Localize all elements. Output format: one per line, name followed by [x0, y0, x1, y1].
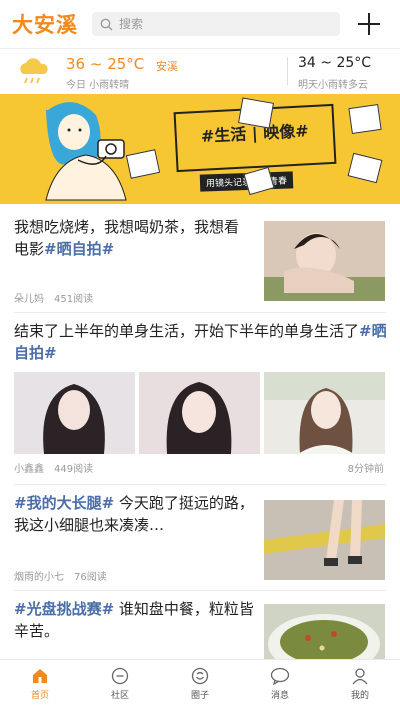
- message-icon: [270, 667, 290, 685]
- today-weather-desc: 今日 小雨转晴: [66, 80, 130, 91]
- feed-item-thumbnail[interactable]: [264, 604, 385, 660]
- girl-illustration: [45, 102, 127, 201]
- portrait-photo: [264, 372, 385, 454]
- community-icon: [111, 667, 129, 685]
- home-icon: [33, 669, 47, 683]
- nav-circle[interactable]: 圈子: [160, 660, 240, 710]
- feed-item[interactable]: #我的大长腿# 今天跑了挺远的路，我这小细腿也来凑凑… 烟雨的小七 76阅读: [0, 486, 400, 588]
- feed-separator: [14, 484, 386, 485]
- nav-community[interactable]: 社区: [80, 660, 160, 710]
- feed-item-thumbnail[interactable]: [264, 500, 385, 580]
- portrait-photo: [264, 221, 385, 301]
- feed-item[interactable]: 结束了上半年的单身生活，开始下半年的单身生活了#晒自拍# 小鑫鑫 449阅读 8…: [0, 314, 400, 480]
- app-header: 大安溪: [0, 0, 400, 48]
- portrait-photo: [14, 372, 135, 454]
- feed-separator: [14, 590, 386, 591]
- feed-separator: [14, 312, 386, 313]
- feed-item-title: #我的大长腿# 今天跑了挺远的路，我这小细腿也来凑凑…: [14, 492, 254, 536]
- circle-icon: [191, 667, 209, 685]
- feed-item-meta: 烟雨的小七 76阅读: [14, 568, 107, 583]
- weather-divider: [287, 57, 288, 85]
- feed-item-meta: 小鑫鑫 449阅读: [14, 460, 93, 475]
- tomorrow-weather-desc: 明天小雨转多云: [298, 80, 368, 91]
- banner-photo-frame: [347, 152, 383, 184]
- food-plate-photo: [264, 604, 385, 660]
- portrait-photo: [139, 372, 260, 454]
- hashtag[interactable]: #光盘挑战赛#: [14, 600, 114, 618]
- today-temperature: 36 ~ 25°C: [66, 55, 145, 73]
- rain-cloud-icon: [20, 58, 48, 84]
- feed-image[interactable]: [264, 372, 385, 454]
- read-count: 76阅读: [74, 572, 107, 583]
- nav-label: 社区: [110, 691, 129, 701]
- feed-item[interactable]: #光盘挑战赛# 谁知盘中餐，粒粒皆辛苦。: [0, 592, 400, 660]
- nav-label: 我的: [350, 691, 369, 701]
- feed-item-thumbnail[interactable]: [264, 221, 385, 301]
- add-post-button[interactable]: [358, 13, 380, 35]
- feed-image[interactable]: [14, 372, 135, 454]
- search-input[interactable]: [119, 17, 319, 31]
- legs-photo: [264, 500, 385, 580]
- author-name[interactable]: 烟雨的小七: [14, 572, 64, 583]
- profile-icon: [352, 668, 368, 685]
- hashtag[interactable]: #我的大长腿#: [14, 494, 114, 512]
- nav-home[interactable]: 首页: [0, 660, 80, 710]
- app-logo: 大安溪: [12, 12, 78, 37]
- weather-bar[interactable]: 36 ~ 25°C 安溪 今日 小雨转晴 34 ~ 25°C 明天小雨转多云: [0, 48, 400, 92]
- feed-item-title: 我想吃烧烤，我想喝奶茶，我想看电影#晒自拍#: [14, 216, 250, 260]
- feed-item[interactable]: 我想吃烧烤，我想喝奶茶，我想看电影#晒自拍# 朵儿妈 451阅读: [0, 210, 400, 310]
- read-count: 449阅读: [54, 464, 94, 475]
- feed-image[interactable]: [139, 372, 260, 454]
- hashtag[interactable]: #晒自拍#: [44, 240, 114, 258]
- author-name[interactable]: 小鑫鑫: [14, 464, 44, 475]
- weather-location: 安溪: [156, 60, 178, 73]
- nav-label: 首页: [30, 691, 49, 701]
- banner-photo-frame: [125, 149, 161, 179]
- feed-item-text: 结束了上半年的单身生活，开始下半年的单身生活了: [14, 322, 360, 340]
- nav-label: 消息: [270, 691, 289, 701]
- read-count: 451阅读: [54, 294, 94, 305]
- banner-photo-frame: [243, 166, 275, 196]
- feed-item-title: 结束了上半年的单身生活，开始下半年的单身生活了#晒自拍#: [14, 320, 388, 364]
- nav-profile[interactable]: 我的: [320, 660, 400, 710]
- search-bar[interactable]: [92, 12, 340, 36]
- promo-banner[interactable]: #生活 | 映像# 用镜头记录整个青春: [0, 94, 400, 204]
- post-time: 8分钟前: [347, 464, 384, 475]
- banner-photo-frame: [348, 104, 382, 134]
- tomorrow-temperature: 34 ~ 25°C: [298, 55, 372, 71]
- nav-messages[interactable]: 消息: [240, 660, 320, 710]
- search-icon: [100, 18, 113, 30]
- feed-item-meta: 朵儿妈 451阅读: [14, 290, 93, 305]
- author-name[interactable]: 朵儿妈: [14, 294, 44, 305]
- bottom-navigation: 首页 社区 圈子 消息 我的: [0, 659, 400, 710]
- feed-item-title: #光盘挑战赛# 谁知盘中餐，粒粒皆辛苦。: [14, 598, 254, 642]
- banner-photo-frame: [237, 97, 275, 129]
- nav-label: 圈子: [190, 691, 209, 701]
